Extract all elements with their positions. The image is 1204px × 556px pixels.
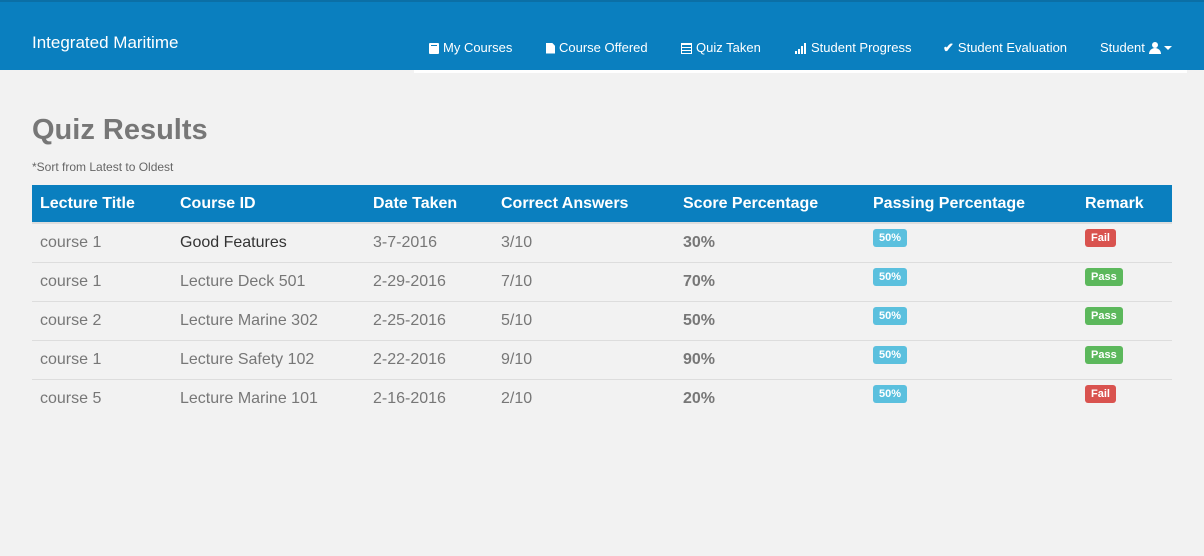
correct-answers-cell: 3/10 xyxy=(493,222,675,262)
date-taken-cell: 3-7-2016 xyxy=(365,222,493,262)
passing-percentage-cell: 50% xyxy=(865,222,1077,262)
nav-my-courses-label: My Courses xyxy=(443,40,513,55)
passing-percentage-cell: 50% xyxy=(865,339,1077,379)
column-header: Score Percentage xyxy=(675,185,865,223)
table-row: course 1 Good Features 3-7-2016 3/10 30%… xyxy=(32,222,1172,262)
user-icon xyxy=(1148,42,1161,54)
nav-student-progress-label: Student Progress xyxy=(811,40,912,55)
course-id-cell: Lecture Deck 501 xyxy=(172,261,365,301)
date-taken-cell: 2-25-2016 xyxy=(365,300,493,340)
passing-percentage-cell: 50% xyxy=(865,300,1077,340)
brand-link[interactable]: Integrated Maritime xyxy=(32,33,178,53)
quiz-results-table: Lecture Title Course ID Date Taken Corre… xyxy=(32,185,1172,418)
course-id-cell: Good Features xyxy=(172,222,365,262)
correct-answers-cell: 5/10 xyxy=(493,300,675,340)
nav-student-evaluation[interactable]: ✔ Student Evaluation xyxy=(943,40,1067,56)
nav-course-offered[interactable]: Course Offered xyxy=(546,40,648,56)
correct-answers-cell: 9/10 xyxy=(493,339,675,379)
lecture-title-cell: course 2 xyxy=(32,300,172,340)
passing-percentage-cell: 50% xyxy=(865,378,1077,418)
check-icon: ✔ xyxy=(943,40,954,55)
column-header: Course ID xyxy=(172,185,365,223)
caret-down-icon xyxy=(1163,46,1172,50)
correct-answers-cell: 7/10 xyxy=(493,261,675,301)
list-icon xyxy=(681,42,692,54)
table-row: course 1 Lecture Safety 102 2-22-2016 9/… xyxy=(32,339,1172,379)
nav-my-courses[interactable]: My Courses xyxy=(429,40,512,56)
score-percentage-cell: 30% xyxy=(675,222,865,262)
signal-bars-icon xyxy=(795,42,807,54)
score-percentage-cell: 90% xyxy=(675,339,865,379)
passing-badge: 50% xyxy=(873,307,908,325)
table-row: course 1 Lecture Deck 501 2-29-2016 7/10… xyxy=(32,261,1172,301)
lecture-title-cell: course 1 xyxy=(32,261,172,301)
nav-quiz-taken[interactable]: Quiz Taken xyxy=(681,40,761,56)
nav-student-evaluation-label: Student Evaluation xyxy=(957,40,1068,55)
score-percentage-cell: 50% xyxy=(675,300,865,340)
nav-course-offered-label: Course Offered xyxy=(559,40,648,55)
passing-percentage-cell: 50% xyxy=(865,261,1077,301)
table-row: course 2 Lecture Marine 302 2-25-2016 5/… xyxy=(32,300,1172,340)
remark-cell: Pass xyxy=(1077,339,1172,379)
lecture-title-cell: course 1 xyxy=(32,222,172,262)
score-percentage-cell: 70% xyxy=(675,261,865,301)
remark-cell: Pass xyxy=(1077,300,1172,340)
nav-quiz-taken-label: Quiz Taken xyxy=(696,40,761,55)
file-icon xyxy=(546,42,555,54)
remark-badge: Fail xyxy=(1085,229,1116,248)
course-id-cell: Lecture Safety 102 xyxy=(172,339,365,379)
column-header: Lecture Title xyxy=(32,185,172,223)
remark-badge: Pass xyxy=(1085,268,1123,286)
passing-badge: 50% xyxy=(873,346,908,364)
passing-badge: 50% xyxy=(873,268,908,286)
table-header-row: Lecture Title Course ID Date Taken Corre… xyxy=(32,185,1172,223)
nav-student-label: Student xyxy=(1100,40,1145,55)
date-taken-cell: 2-29-2016 xyxy=(365,261,493,301)
nav-student-dropdown[interactable]: Student xyxy=(1100,40,1172,56)
column-header: Passing Percentage xyxy=(865,185,1077,223)
course-id-cell: Lecture Marine 101 xyxy=(172,378,365,418)
remark-badge: Pass xyxy=(1085,346,1123,364)
sort-note: *Sort from Latest to Oldest xyxy=(32,160,174,174)
remark-cell: Pass xyxy=(1077,261,1172,301)
book-icon xyxy=(429,42,439,54)
column-header: Date Taken xyxy=(365,185,493,223)
passing-badge: 50% xyxy=(873,385,908,404)
top-navbar: Integrated Maritime My Courses Course Of… xyxy=(0,0,1204,70)
remark-badge: Pass xyxy=(1085,307,1123,325)
page-title: Quiz Results xyxy=(32,114,208,146)
column-header: Correct Answers xyxy=(493,185,675,223)
date-taken-cell: 2-22-2016 xyxy=(365,339,493,379)
correct-answers-cell: 2/10 xyxy=(493,378,675,418)
remark-badge: Fail xyxy=(1085,385,1116,404)
nav-student-progress[interactable]: Student Progress xyxy=(795,40,911,56)
lecture-title-cell: course 1 xyxy=(32,339,172,379)
column-header: Remark xyxy=(1077,185,1172,223)
navbar-underline xyxy=(414,70,1187,73)
course-id-cell: Lecture Marine 302 xyxy=(172,300,365,340)
table-row: course 5 Lecture Marine 101 2-16-2016 2/… xyxy=(32,378,1172,418)
date-taken-cell: 2-16-2016 xyxy=(365,378,493,418)
lecture-title-cell: course 5 xyxy=(32,378,172,418)
score-percentage-cell: 20% xyxy=(675,378,865,418)
remark-cell: Fail xyxy=(1077,222,1172,262)
remark-cell: Fail xyxy=(1077,378,1172,418)
passing-badge: 50% xyxy=(873,229,908,248)
